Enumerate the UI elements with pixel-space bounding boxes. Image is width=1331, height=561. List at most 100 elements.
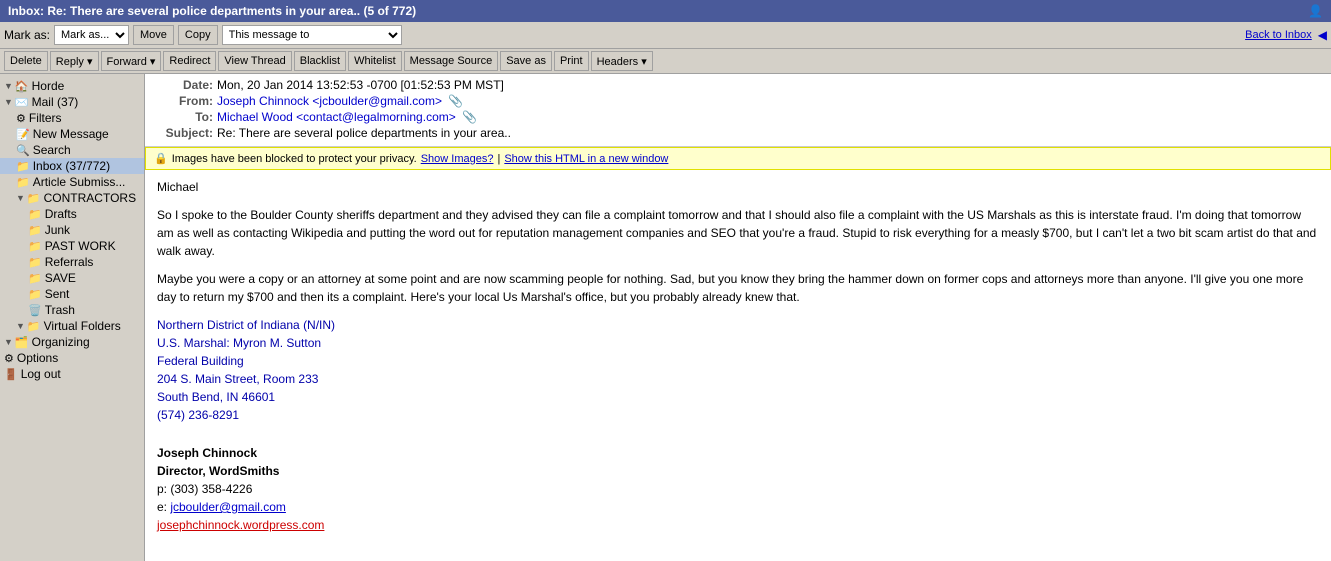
sidebar-item-referrals[interactable]: 📁 Referrals [0, 254, 144, 270]
message-to-select[interactable]: This message to [222, 25, 402, 45]
address-phone: (574) 236-8291 [157, 406, 1319, 424]
sidebar-item-contractors[interactable]: ▼ 📁 CONTRACTORS [0, 190, 144, 206]
reply-button[interactable]: Reply [50, 51, 99, 71]
sidebar-item-logout[interactable]: 🚪 Log out [0, 366, 144, 382]
sidebar-item-virtual-folders[interactable]: ▼ 📁 Virtual Folders [0, 318, 144, 334]
address-line3: 204 S. Main Street, Room 233 [157, 370, 1319, 388]
move-button[interactable]: Move [133, 25, 174, 45]
window-title: Inbox: Re: There are several police depa… [8, 4, 416, 18]
sidebar-label-referrals: Referrals [45, 255, 94, 269]
sidebar-label-save: SAVE [45, 271, 76, 285]
virtual-folders-icon: 📁 [27, 320, 41, 333]
message-headers: Date: Mon, 20 Jan 2014 13:52:53 -0700 [0… [145, 74, 1331, 147]
from-label: From: [153, 94, 213, 108]
sidebar-label-mail: Mail (37) [32, 95, 79, 109]
save-as-button[interactable]: Save as [500, 51, 552, 71]
expand-icon: ▼ [16, 321, 25, 331]
subject-label: Subject: [153, 126, 213, 140]
paragraph1: So I spoke to the Boulder County sheriff… [157, 206, 1319, 260]
trash-icon: 🗑️ [28, 304, 42, 317]
sidebar-label-horde: Horde [32, 79, 65, 93]
sidebar-item-organizing[interactable]: ▼ 🗂️ Organizing [0, 334, 144, 350]
article-icon: 📁 [16, 176, 30, 189]
to-row: To: Michael Wood <contact@legalmorning.c… [153, 110, 1323, 124]
sidebar: ▼ 🏠 Horde ▼ ✉️ Mail (37) ⚙ Filters 📝 New… [0, 74, 145, 561]
address-block: Northern District of Indiana (N/IN) U.S.… [157, 316, 1319, 424]
message-source-button[interactable]: Message Source [404, 51, 499, 71]
print-button[interactable]: Print [554, 51, 589, 71]
whitelist-button[interactable]: Whitelist [348, 51, 402, 71]
sig-email: e: jcboulder@gmail.com [157, 498, 1319, 516]
back-to-inbox-link[interactable]: Back to Inbox [1245, 29, 1312, 41]
date-row: Date: Mon, 20 Jan 2014 13:52:53 -0700 [0… [153, 78, 1323, 92]
sidebar-item-junk[interactable]: 📁 Junk [0, 222, 144, 238]
mark-as-select[interactable]: Mark as... Read Unread Flagged [54, 25, 129, 45]
sidebar-label-drafts: Drafts [45, 207, 77, 221]
save-icon: 📁 [28, 272, 42, 285]
sidebar-label-junk: Junk [45, 223, 70, 237]
address-title: Northern District of Indiana (N/IN) [157, 316, 1319, 334]
from-row: From: Joseph Chinnock <jcboulder@gmail.c… [153, 94, 1323, 108]
greeting: Michael [157, 178, 1319, 196]
signature: Joseph Chinnock Director, WordSmiths p: … [157, 444, 1319, 534]
address-line1: U.S. Marshal: Myron M. Sutton [157, 334, 1319, 352]
sidebar-item-search[interactable]: 🔍 Search [0, 142, 144, 158]
privacy-text: Images have been blocked to protect your… [172, 153, 417, 165]
mail-icon: ✉️ [15, 96, 29, 109]
sidebar-item-sent[interactable]: 📁 Sent [0, 286, 144, 302]
to-label: To: [153, 110, 213, 124]
privacy-notice: 🔒 Images have been blocked to protect yo… [145, 147, 1331, 170]
privacy-separator: | [497, 153, 500, 165]
delete-button[interactable]: Delete [4, 51, 48, 71]
headers-button[interactable]: Headers [591, 51, 653, 71]
message-body: Michael So I spoke to the Boulder County… [145, 170, 1331, 561]
sidebar-item-horde[interactable]: ▼ 🏠 Horde [0, 78, 144, 94]
sig-title: Director, WordSmiths [157, 462, 1319, 480]
sidebar-item-options[interactable]: ⚙ Options [0, 350, 144, 366]
expand-icon: ▼ [16, 193, 25, 203]
show-images-link[interactable]: Show Images? [421, 153, 494, 165]
new-message-icon: 📝 [16, 128, 30, 141]
forward-button[interactable]: Forward [101, 51, 162, 71]
past-work-icon: 📁 [28, 240, 42, 253]
privacy-icon: 🔒 [154, 152, 168, 165]
blacklist-button[interactable]: Blacklist [294, 51, 346, 71]
address-line2: Federal Building [157, 352, 1319, 370]
main-layout: ▼ 🏠 Horde ▼ ✉️ Mail (37) ⚙ Filters 📝 New… [0, 74, 1331, 561]
sidebar-item-drafts[interactable]: 📁 Drafts [0, 206, 144, 222]
content-area: Date: Mon, 20 Jan 2014 13:52:53 -0700 [0… [145, 74, 1331, 561]
junk-icon: 📁 [28, 224, 42, 237]
expand-icon: ▼ [4, 81, 13, 91]
sidebar-label-contractors: CONTRACTORS [44, 191, 136, 205]
sidebar-item-filters[interactable]: ⚙ Filters [0, 110, 144, 126]
sig-website-link[interactable]: josephchinnock.wordpress.com [157, 518, 324, 532]
referrals-icon: 📁 [28, 256, 42, 269]
redirect-button[interactable]: Redirect [163, 51, 216, 71]
sidebar-item-new-message[interactable]: 📝 New Message [0, 126, 144, 142]
sidebar-item-inbox[interactable]: 📁 Inbox (37/772) [0, 158, 144, 174]
toolbar1: Mark as: Mark as... Read Unread Flagged … [0, 22, 1331, 49]
sidebar-item-mail[interactable]: ▼ ✉️ Mail (37) [0, 94, 144, 110]
search-icon: 🔍 [16, 144, 30, 157]
to-link[interactable]: Michael Wood <contact@legalmorning.com> [217, 110, 456, 124]
sent-icon: 📁 [28, 288, 42, 301]
sidebar-item-past-work[interactable]: 📁 PAST WORK [0, 238, 144, 254]
organizing-icon: 🗂️ [15, 336, 29, 349]
view-thread-button[interactable]: View Thread [218, 51, 291, 71]
toolbar2: Delete Reply Forward Redirect View Threa… [0, 49, 1331, 74]
copy-button[interactable]: Copy [178, 25, 218, 45]
date-label: Date: [153, 78, 213, 92]
sidebar-item-save[interactable]: 📁 SAVE [0, 270, 144, 286]
sidebar-item-article[interactable]: 📁 Article Submiss... [0, 174, 144, 190]
sidebar-label-article: Article Submiss... [33, 175, 126, 189]
sidebar-item-trash[interactable]: 🗑️ Trash [0, 302, 144, 318]
expand-icon: ▼ [4, 97, 13, 107]
show-html-link[interactable]: Show this HTML in a new window [504, 153, 668, 165]
sig-email-link[interactable]: jcboulder@gmail.com [170, 500, 286, 514]
date-value: Mon, 20 Jan 2014 13:52:53 -0700 [01:52:5… [217, 78, 504, 92]
paragraph2: Maybe you were a copy or an attorney at … [157, 270, 1319, 306]
sidebar-label-filters: Filters [29, 111, 62, 125]
from-link[interactable]: Joseph Chinnock <jcboulder@gmail.com> [217, 94, 442, 108]
mark-as-label: Mark as: [4, 28, 50, 42]
address-line4: South Bend, IN 46601 [157, 388, 1319, 406]
